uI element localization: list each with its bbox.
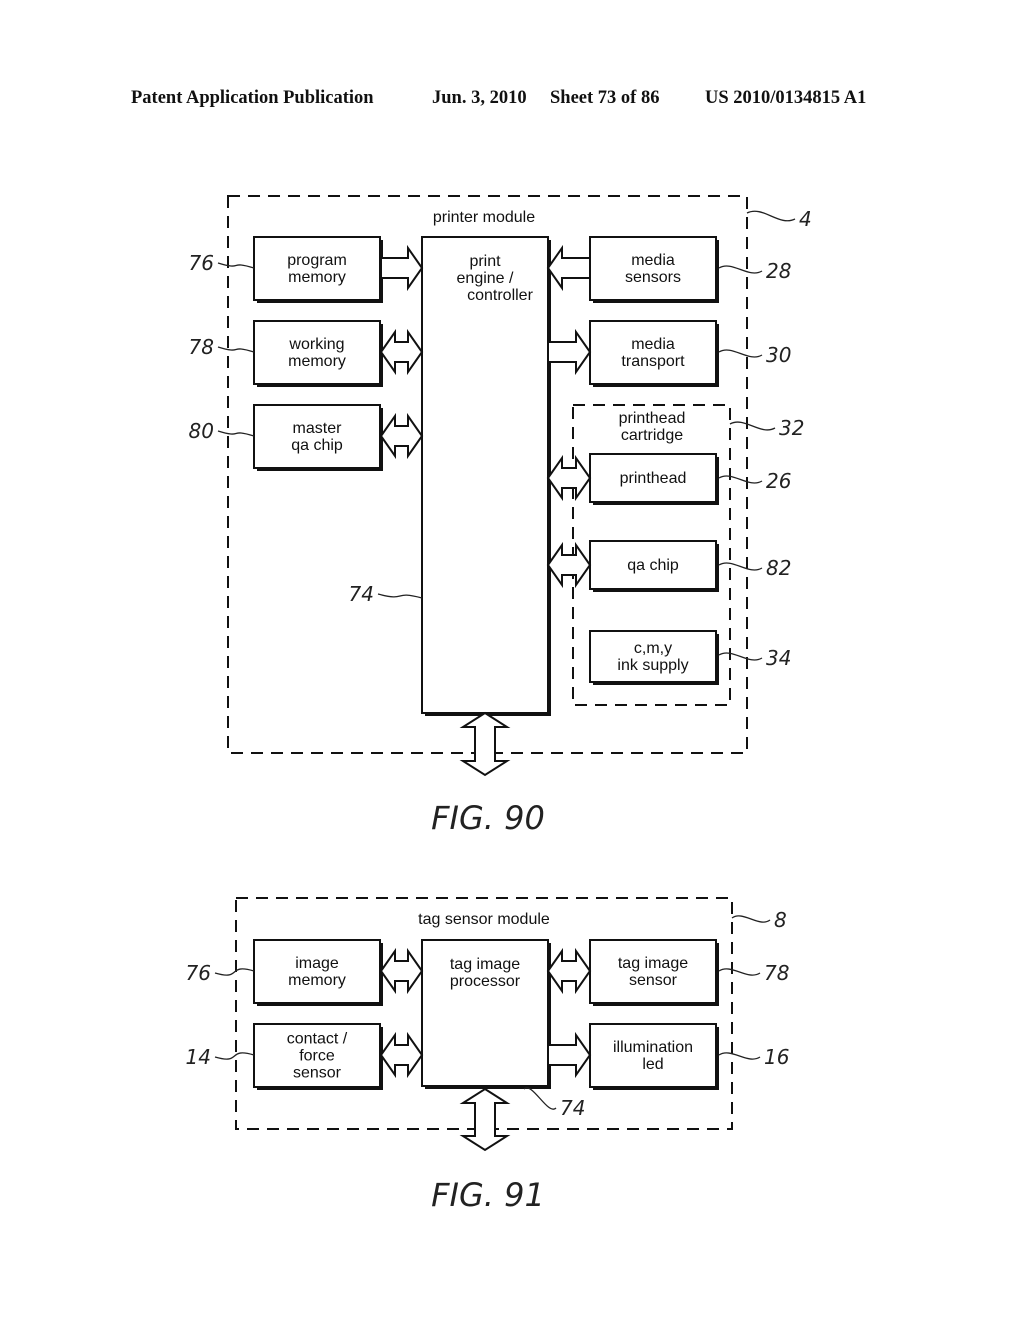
media-sensors-block-label: sensors <box>625 269 681 286</box>
contact-force-sensor-leader <box>214 1052 255 1060</box>
media-transport-block-label: media <box>631 336 675 353</box>
illumination-led-arrow <box>547 1031 592 1079</box>
controller-leader <box>377 593 423 599</box>
processor-label: processor <box>450 973 521 990</box>
controller-ref: 74 <box>349 582 374 606</box>
contact-force-sensor-block-label: contact / <box>287 1031 348 1048</box>
media-sensors-arrow <box>546 244 591 292</box>
processor-ref: 74 <box>560 1096 585 1120</box>
controller-label: controller <box>467 287 533 304</box>
controller-label: print <box>469 253 501 270</box>
ink-supply-block-label: ink supply <box>617 657 688 674</box>
tag-image-sensor-leader <box>718 968 761 976</box>
printhead-cartridge-title: cartridge <box>621 427 683 444</box>
tag-sensor-module-title: tag sensor module <box>418 911 550 928</box>
contact-force-sensor-arrow <box>379 1031 424 1079</box>
printer-module-title: printer module <box>433 209 535 226</box>
print-engine-controller: printengine /controller <box>421 236 551 716</box>
ink-supply-leader <box>718 652 763 661</box>
ink-supply-ref: 34 <box>766 646 791 670</box>
master-qa-chip-block: masterqa chip <box>253 404 383 471</box>
working-memory-ref: 78 <box>189 335 214 359</box>
printhead-cartridge-leader <box>729 421 776 431</box>
controller-label: engine / <box>457 270 514 287</box>
tag-sensor-module-leader <box>731 915 771 923</box>
image-memory-block-label: image <box>295 955 339 972</box>
working-memory-block-label: working <box>288 336 344 353</box>
printhead-cartridge-title: printhead <box>619 410 686 427</box>
program-memory-block-label: program <box>287 252 347 269</box>
master-qa-chip-block-label: master <box>293 420 343 437</box>
contact-force-sensor-ref: 14 <box>186 1045 211 1069</box>
controller-bus-arrow <box>459 711 511 777</box>
illumination-led-ref: 16 <box>764 1045 789 1069</box>
media-transport-block-label: transport <box>621 353 685 370</box>
ink-supply-block: c,m,yink supply <box>589 630 719 685</box>
qa-chip-leader <box>718 562 763 571</box>
figure-91-caption: FIG. 91 <box>431 1176 545 1214</box>
working-memory-block-label: memory <box>288 353 346 370</box>
working-memory-leader <box>217 346 255 353</box>
printhead-leader <box>718 475 763 484</box>
working-memory-block: workingmemory <box>253 320 383 387</box>
qa-chip-ref: 82 <box>766 556 791 580</box>
media-sensors-ref: 28 <box>766 259 791 283</box>
working-memory-arrow <box>379 328 424 376</box>
ink-supply-block-label: c,m,y <box>634 640 672 657</box>
illumination-led-block: illuminationled <box>589 1023 719 1090</box>
program-memory-arrow <box>380 244 424 292</box>
processor-bus-arrow <box>459 1087 511 1152</box>
tag-sensor-module-ref: 8 <box>774 908 787 932</box>
qa-chip-block-label: qa chip <box>627 557 679 574</box>
media-sensors-block: mediasensors <box>589 236 719 303</box>
qa-chip-block: qa chip <box>589 540 719 592</box>
qa-chip-arrow <box>546 541 592 589</box>
program-memory-leader <box>217 262 255 269</box>
master-qa-chip-arrow <box>379 412 424 460</box>
image-memory-block-label: memory <box>288 972 346 989</box>
tag-image-sensor-block-label: tag image <box>618 955 688 972</box>
tag-image-sensor-block: tag imagesensor <box>589 939 719 1006</box>
tag-image-sensor-block-label: sensor <box>629 972 678 989</box>
processor-leader <box>523 1087 557 1110</box>
master-qa-chip-ref: 80 <box>189 419 214 443</box>
printhead-arrow <box>546 454 592 502</box>
tag-image-sensor-arrow <box>546 947 592 995</box>
figure-91: tag sensor module 8tag imageprocessor74im… <box>186 897 789 1214</box>
media-transport-block: mediatransport <box>589 320 719 387</box>
contact-force-sensor-block: contact /forcesensor <box>253 1023 383 1090</box>
image-memory-arrow <box>379 947 424 995</box>
master-qa-chip-block-label: qa chip <box>291 437 343 454</box>
program-memory-block-label: memory <box>288 269 346 286</box>
tag-image-sensor-ref: 78 <box>764 961 789 985</box>
media-sensors-leader <box>718 265 763 274</box>
program-memory-block: programmemory <box>253 236 383 303</box>
media-transport-leader <box>718 349 763 358</box>
controller-box <box>421 236 549 714</box>
master-qa-chip-leader <box>217 430 255 437</box>
figure-90: printer module 4 printengine /controller 74… <box>189 195 812 837</box>
image-memory-block: imagememory <box>253 939 383 1006</box>
illumination-led-leader <box>718 1052 761 1060</box>
processor-label: tag image <box>450 956 520 973</box>
printer-module-ref: 4 <box>799 207 812 231</box>
contact-force-sensor-block-label: sensor <box>293 1065 342 1082</box>
media-sensors-block-label: media <box>631 252 675 269</box>
media-transport-ref: 30 <box>766 343 791 367</box>
image-memory-leader <box>214 968 255 976</box>
image-memory-ref: 76 <box>186 961 211 985</box>
printhead-block: printhead <box>589 453 719 505</box>
printer-module-leader <box>746 210 796 222</box>
figure-90-caption: FIG. 90 <box>431 799 545 837</box>
printhead-ref: 26 <box>766 469 791 493</box>
printhead-cartridge-ref: 32 <box>779 416 804 440</box>
patent-drawings: printer module 4 printengine /controller 74… <box>186 195 812 1214</box>
printhead-block-label: printhead <box>620 470 687 487</box>
media-transport-arrow <box>547 328 592 376</box>
contact-force-sensor-block-label: force <box>299 1048 335 1065</box>
program-memory-ref: 76 <box>189 251 214 275</box>
illumination-led-block-label: illumination <box>613 1039 693 1056</box>
illumination-led-block-label: led <box>642 1056 663 1073</box>
tag-image-processor: tag imageprocessor <box>421 939 551 1089</box>
